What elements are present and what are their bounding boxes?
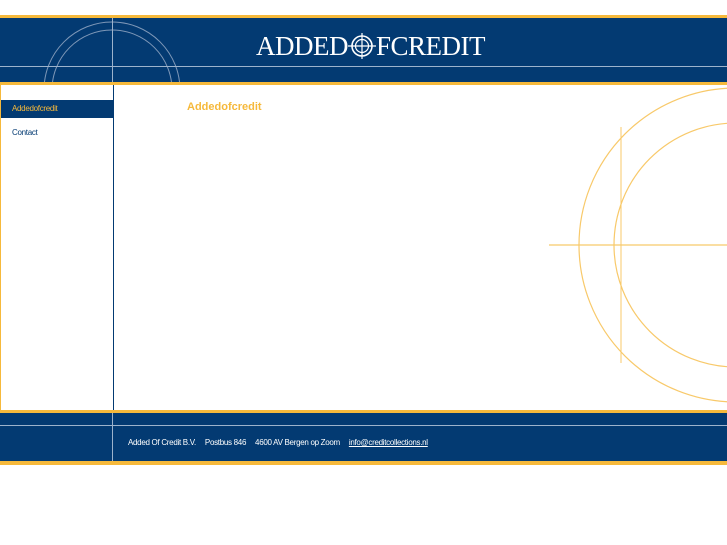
- footer-contact-line: Added Of Credit B.V. Postbus 846 4600 AV…: [128, 438, 428, 447]
- header-divider: [0, 66, 727, 67]
- footer-address: 4600 AV Bergen op Zoom: [255, 438, 340, 447]
- footer-banner: Added Of Credit B.V. Postbus 846 4600 AV…: [0, 413, 727, 461]
- footer-email-link[interactable]: info@creditcollections.nl: [349, 438, 428, 447]
- footer-divider: [0, 425, 727, 426]
- page-title: Addedofcredit: [187, 101, 262, 113]
- logo-text-left: ADDED: [256, 30, 349, 61]
- footer-column-divider: [112, 413, 113, 461]
- page: ADDED FCREDIT Addedofcredit Contact Adde…: [0, 0, 727, 466]
- crosshair-o-icon: [348, 33, 376, 59]
- sidebar-item-addedofcredit[interactable]: Addedofcredit: [1, 100, 113, 118]
- sidebar-nav: Addedofcredit Contact: [1, 85, 114, 411]
- footer-bottom-gold-rule: [0, 461, 727, 465]
- site-logo[interactable]: ADDED FCREDIT: [256, 30, 486, 62]
- header-banner: ADDED FCREDIT: [0, 18, 727, 82]
- logo-text-right: FCREDIT: [376, 30, 486, 61]
- footer-company: Added Of Credit B.V.: [128, 438, 196, 447]
- content-frame: Addedofcredit Contact Addedofcredit: [0, 85, 727, 411]
- header-column-divider: [112, 18, 113, 82]
- sidebar-item-contact[interactable]: Contact: [1, 124, 113, 142]
- footer-postbus: Postbus 846: [204, 438, 247, 447]
